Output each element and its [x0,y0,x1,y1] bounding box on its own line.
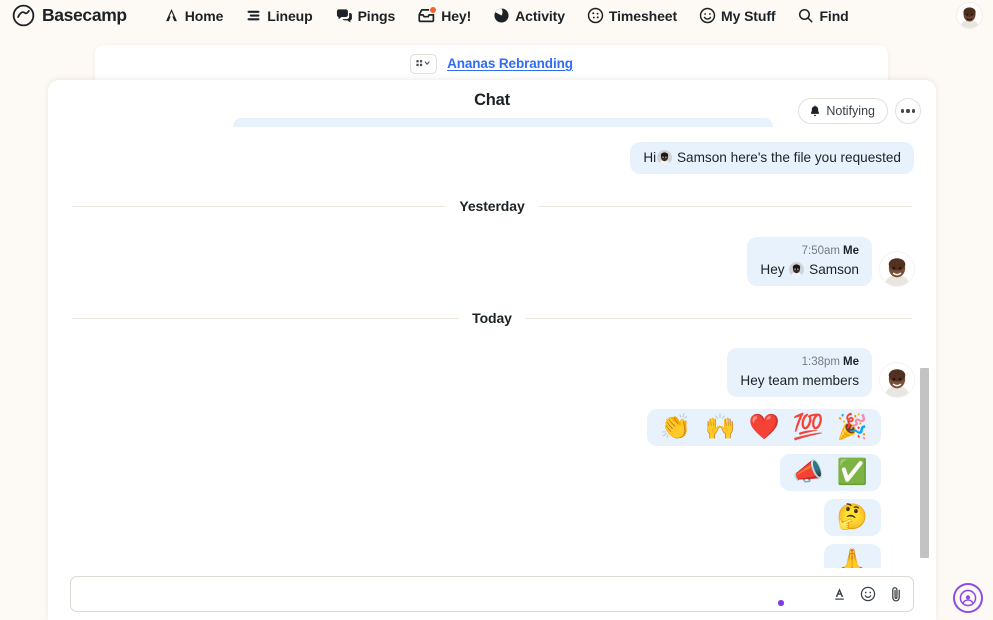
message-list: Hi Samson here's the file you requested … [48,126,936,574]
lineup-icon [245,7,262,24]
message-row: 🤔 [70,499,914,536]
nav-item-lineup[interactable]: Lineup [245,7,312,24]
nav-label: Pings [358,8,396,24]
emoji-bubble[interactable]: 📣 ✅ [780,454,881,491]
message-avatar[interactable] [880,252,914,286]
divider-line [72,318,459,319]
message-author: Me [843,356,859,368]
grid-chevron-icon[interactable] [410,54,437,74]
divider-line [72,206,446,207]
page-title: Chat [474,91,510,110]
message-group: 7:50amMe Hey Samson [747,237,914,286]
message-meta: 1:38pmMe [740,355,859,371]
basecamp-logo-icon [12,4,35,27]
nav-links: Home Lineup Pings [163,7,849,24]
message-group: 1:38pmMe Hey team members [727,348,914,397]
my-stuff-icon [699,7,716,24]
message-time: 7:50am [802,245,840,257]
message-row: 👏 🙌 ❤️ 💯 🎉 [70,409,914,446]
mention-avatar [657,150,672,165]
breadcrumb: Ananas Rebranding [95,45,888,82]
scrollbar-thumb[interactable] [920,368,929,558]
nav-item-my-stuff[interactable]: My Stuff [699,7,775,24]
breadcrumb-project-link[interactable]: Ananas Rebranding [447,56,573,71]
message-row: Hi Samson here's the file you requested [70,142,914,174]
notifying-label: Notifying [826,104,875,118]
message-text-after: Samson [809,262,859,277]
emoji-bubble[interactable]: 👏 🙌 ❤️ 💯 🎉 [647,409,881,446]
dot-icon [906,109,909,112]
nav-label: My Stuff [721,8,775,24]
emoji-hundred-points[interactable]: 💯 [793,415,824,440]
nav-label: Timesheet [609,8,677,24]
message-text-before: Hi [643,150,656,165]
nav-item-find[interactable]: Find [797,7,848,24]
emoji-check-mark[interactable]: ✅ [837,460,868,485]
help-widget[interactable] [953,583,983,613]
account-avatar[interactable] [957,3,982,28]
emoji-clapping-hands[interactable]: 👏 [660,415,691,440]
date-divider-today: Today [70,310,914,326]
brand-logo[interactable]: Basecamp [12,4,127,27]
divider-line [538,206,912,207]
chat-bubble[interactable]: 7:50amMe Hey Samson [747,237,872,286]
divider-line [525,318,912,319]
brand-name: Basecamp [42,5,127,26]
message-input[interactable] [71,577,913,611]
message-text-after: Samson here's the file you requested [677,150,901,165]
message-composer[interactable] [70,576,914,612]
emoji-megaphone[interactable]: 📣 [793,460,824,485]
bell-icon [809,105,821,118]
home-icon [163,7,180,24]
timesheet-icon [587,7,604,24]
composer-tools [832,577,903,611]
composer-caret-indicator [778,600,784,606]
nav-item-home[interactable]: Home [163,7,224,24]
message-author: Me [843,245,859,257]
chat-bubble[interactable]: Hi Samson here's the file you requested [630,142,914,174]
notifying-button[interactable]: Notifying [798,98,888,124]
nav-label: Hey! [441,8,471,24]
search-icon [797,7,814,24]
divider-label: Yesterday [459,198,524,214]
emoji-red-heart[interactable]: ❤️ [749,415,780,440]
nav-label: Activity [515,8,565,24]
pings-icon [335,7,353,24]
message-row: 📣 ✅ [70,454,914,491]
chat-bubble[interactable]: 1:38pmMe Hey team members [727,348,872,397]
message-meta: 7:50amMe [760,244,859,260]
message-avatar[interactable] [880,363,914,397]
mention-avatar [789,262,804,277]
composer-area [48,568,936,620]
nav-label: Home [185,8,224,24]
emoji-thinking-face[interactable]: 🤔 [837,505,868,530]
activity-icon [493,7,510,24]
nav-item-pings[interactable]: Pings [335,7,396,24]
nav-item-timesheet[interactable]: Timesheet [587,7,677,24]
chat-panel: Chat Notifying [48,80,936,620]
message-text-before: Hey [760,262,784,277]
emoji-party-popper[interactable]: 🎉 [837,415,868,440]
dot-icon [901,109,904,112]
dot-icon [912,109,915,112]
nav-label: Lineup [267,8,312,24]
message-text: Hey Samson [760,261,859,279]
chat-header-actions: Notifying [798,98,921,124]
message-row: 1:38pmMe Hey team members [70,348,914,397]
message-row: 7:50amMe Hey Samson [70,237,914,286]
date-divider-yesterday: Yesterday [70,198,914,214]
emoji-raising-hands[interactable]: 🙌 [704,415,735,440]
emoji-bubble[interactable]: 🤔 [824,499,881,536]
nav-item-activity[interactable]: Activity [493,7,565,24]
divider-label: Today [472,310,512,326]
top-navigation-bar: Basecamp Home Lineup [0,0,993,31]
nav-label: Find [819,8,848,24]
message-text: Hey team members [740,372,859,390]
message-text: Hi Samson here's the file you requested [643,149,901,167]
nav-item-hey[interactable]: Hey! [417,7,471,24]
message-time: 1:38pm [802,356,840,368]
more-options-button[interactable] [895,98,921,124]
